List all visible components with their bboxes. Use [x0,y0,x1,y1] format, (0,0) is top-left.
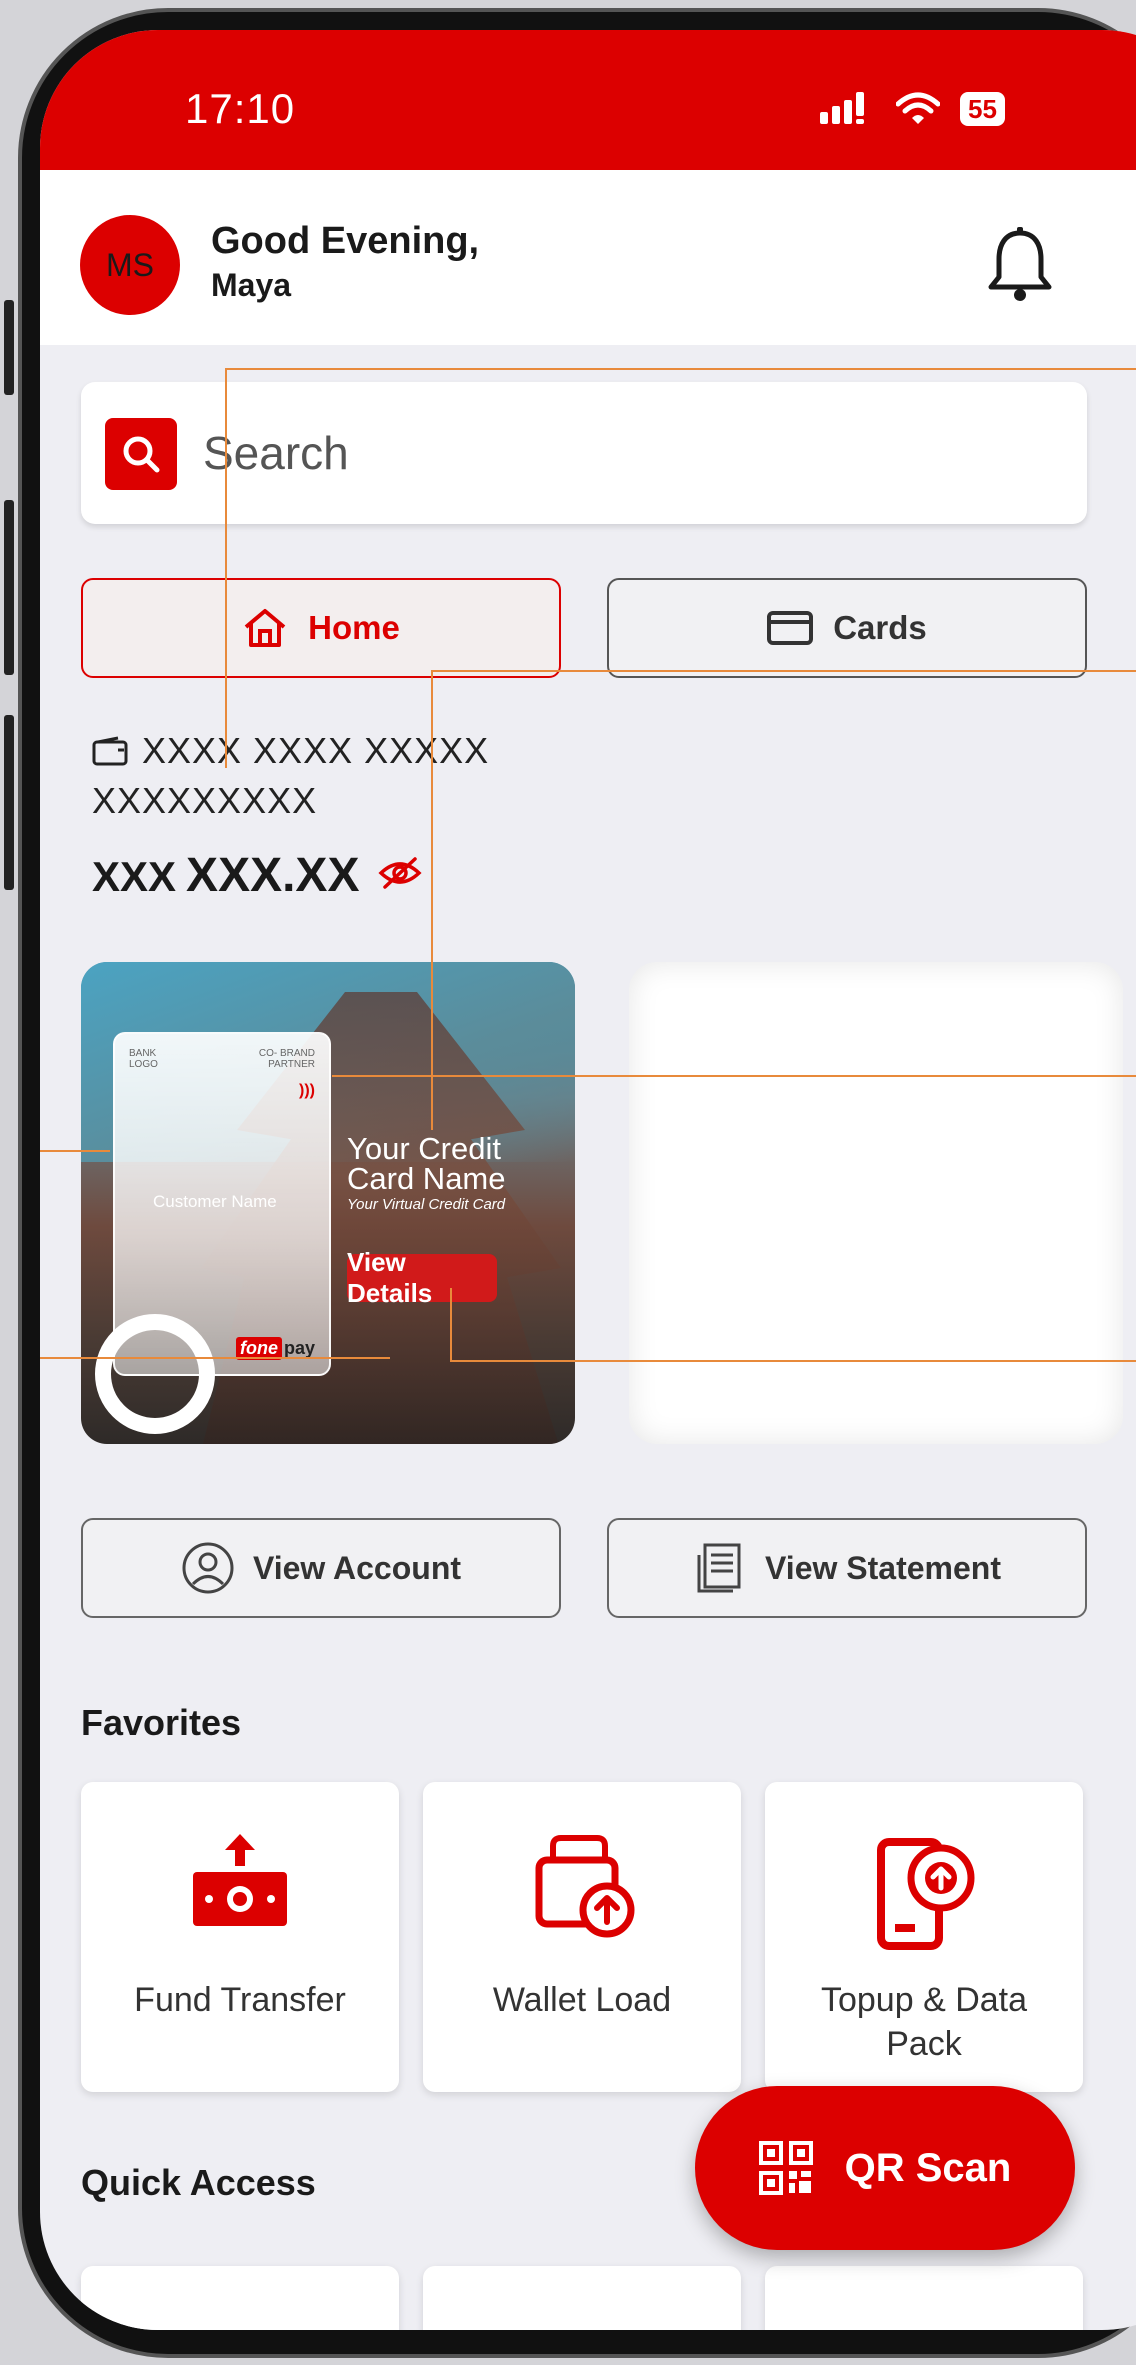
screenshot-stage: 17:10 55 MS Good Evening, Maya Search Ho… [0,0,1136,2365]
card-placeholder[interactable] [629,962,1123,1444]
annotation-line [450,1288,452,1360]
username: Maya [211,267,292,303]
bank-logo: BANK LOGO [129,1048,158,1070]
user-circle-icon [182,1542,234,1594]
silent-switch [4,300,14,395]
quick-access-title: Quick Access [81,2162,316,2203]
credit-card-tile[interactable]: BANK LOGO CO- BRAND PARTNER ))) Customer… [81,962,575,1444]
customer-name: Customer Name [153,1192,277,1211]
topup-icon [877,1838,975,1950]
battery-icon: 55 [960,92,1005,126]
contactless-icon: ))) [299,1082,315,1099]
favorites-title: Favorites [81,1702,242,1743]
favorite-wallet-load[interactable]: Wallet Load [423,1782,741,2092]
annotation-line [225,368,227,768]
wallet-icon [92,736,128,766]
favorite-topup[interactable]: Topup & Data Pack [765,1782,1083,2092]
annotation-line [431,670,1136,672]
tab-home-label: Home [308,609,400,646]
volume-up-button [4,500,14,675]
view-statement-label: View Statement [765,1549,1001,1586]
account-number-line2: XXXXXXXXX [92,780,318,821]
favorite-label: Wallet Load [492,1981,672,2019]
phone-screen: 17:10 55 MS Good Evening, Maya Search Ho… [40,30,1136,2330]
favorite-label: Topup & Data Pack [820,1981,1028,2063]
account-number-line1: XXXX XXXX XXXXX [142,730,490,771]
fund-transfer-icon [193,1834,287,1926]
view-statement-button[interactable]: View Statement [607,1518,1087,1618]
home-icon [244,609,286,647]
search-icon [105,418,177,490]
balance-currency: XXX [92,853,177,900]
annotation-line [40,1150,110,1152]
account-balance: XXX XXX.XX [92,848,423,903]
favorite-label: Fund Transfer [134,1981,346,2019]
favorite-fund-transfer[interactable]: Fund Transfer [81,1782,399,2092]
account-number: XXXX XXXX XXXXX [92,730,489,772]
view-account-button[interactable]: View Account [81,1518,561,1618]
annotation-line [332,1075,1136,1077]
signal-icon [820,92,864,124]
status-bar: 17:10 55 [40,30,1136,170]
tab-home[interactable]: Home [81,578,561,678]
annotation-line [431,670,433,1130]
balance-amount: XXX.XX [186,849,360,902]
status-time: 17:10 [185,85,296,132]
statement-icon [697,1543,741,1593]
quick-access-item[interactable] [423,2266,741,2330]
search-bar[interactable]: Search [81,382,1087,524]
tab-cards-label: Cards [833,609,927,646]
avatar[interactable]: MS [80,215,180,315]
card-image: BANK LOGO CO- BRAND PARTNER ))) Customer… [95,1032,331,1434]
card-icon [767,611,814,645]
card-title: Your Credit Card Name [347,1131,506,1196]
quick-access-item[interactable] [765,2266,1083,2330]
app-header: MS Good Evening, Maya [40,170,1136,345]
greeting: Good Evening, [211,220,480,262]
tab-cards[interactable]: Cards [607,578,1087,678]
bell-icon[interactable] [985,225,1055,305]
view-details-button[interactable]: View Details [347,1247,497,1308]
view-account-label: View Account [252,1549,462,1586]
annotation-line [40,1357,390,1359]
quick-access-item[interactable] [81,2266,399,2330]
status-icons: 55 [820,92,1005,126]
co-brand-logo: CO- BRAND PARTNER [258,1048,315,1070]
wifi-icon [896,92,940,124]
card-subtitle: Your Virtual Credit Card [347,1196,506,1213]
qr-code-icon [758,2141,813,2195]
volume-down-button [4,715,14,890]
annotation-line [450,1360,1136,1362]
qr-scan-label: QR Scan [844,2145,1012,2190]
card-arc-decoration [95,1314,215,1434]
qr-scan-button[interactable]: QR Scan [695,2086,1075,2250]
annotation-line [225,368,1136,370]
fonepay-logo-pay: pay [283,1338,315,1358]
wallet-load-icon [535,1835,635,1938]
eye-hidden-icon[interactable] [377,855,423,891]
